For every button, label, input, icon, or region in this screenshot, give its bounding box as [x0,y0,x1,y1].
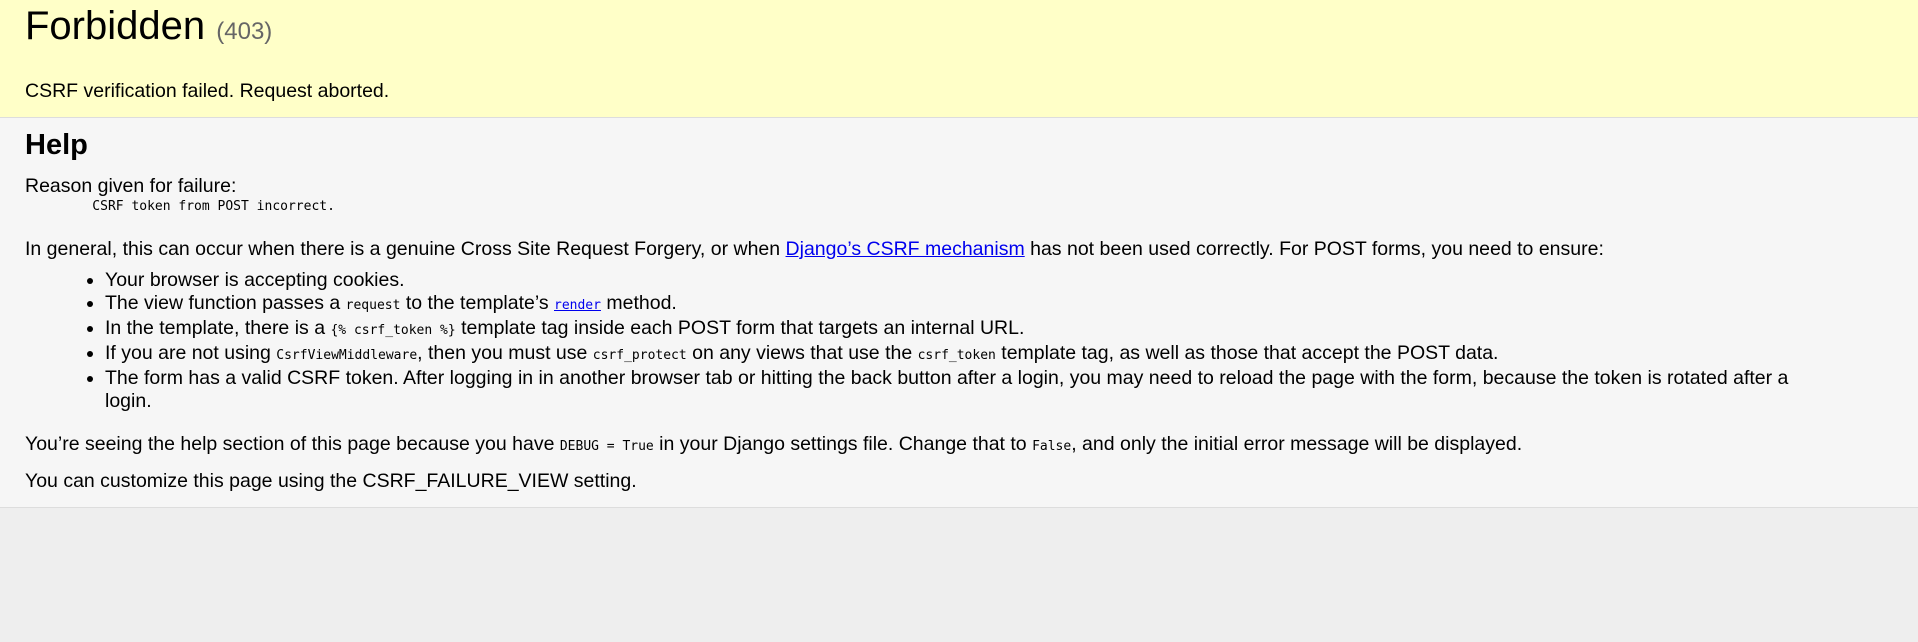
csrf-protect-code: csrf_protect [592,348,687,363]
debug-text-before: You’re seeing the help section of this p… [25,433,560,455]
csrf-docs-link[interactable]: Django’s CSRF mechanism [786,238,1025,260]
requirements-list: Your browser is accepting cookies. The v… [25,269,1893,413]
tag-text-before: In the template, there is a [105,317,331,339]
list-item-middleware: If you are not using CsrfViewMiddleware,… [105,342,1840,367]
general-text-before: In general, this can occur when there is… [25,238,786,260]
reason-text: CSRF token from POST incorrect. [61,199,335,214]
view-text-before: The view function passes a [105,292,346,314]
mw-text-mid2: on any views that use the [686,342,918,364]
mw-text-mid1: , then you must use [417,342,593,364]
customize-paragraph: You can customize this page using the CS… [25,470,637,492]
help-section: Help Reason given for failure: CSRF toke… [0,118,1918,508]
list-item-template-tag: In the template, there is a {% csrf_toke… [105,317,1840,342]
debug-paragraph: You’re seeing the help section of this p… [25,433,1893,458]
status-code: (403) [216,18,273,45]
debug-text-after: , and only the initial error message wil… [1071,433,1523,455]
view-text-mid: to the template’s [400,292,554,314]
tag-text-after: template tag inside each POST form that … [455,317,1025,339]
general-text-after: has not been used correctly. For POST fo… [1024,238,1604,260]
list-item-view: The view function passes a request to th… [105,292,1840,317]
csrf-token-code: csrf_token [917,348,996,363]
title-text: Forbidden [25,4,206,48]
general-paragraph: In general, this can occur when there is… [25,238,1893,261]
token-text: The form has a valid CSRF token. After l… [105,367,1789,412]
mw-text-before: If you are not using [105,342,277,364]
reason-label: Reason given for failure: [25,175,237,197]
page-title: Forbidden (403) [25,4,1893,54]
help-heading: Help [25,129,88,161]
false-code: False [1032,439,1072,454]
csrf-token-tag-code: {% csrf_token %} [330,323,456,338]
mw-text-after: template tag, as well as those that acce… [995,342,1499,364]
error-message: CSRF verification failed. Request aborte… [25,80,390,102]
debug-true-code: DEBUG = True [559,439,654,454]
error-summary: Forbidden (403) CSRF verification failed… [0,0,1918,118]
cookies-text: Your browser is accepting cookies. [105,269,405,291]
debug-text-mid: in your Django settings file. Change tha… [653,433,1033,455]
list-item-cookies: Your browser is accepting cookies. [105,269,1840,292]
render-code: render [554,298,601,313]
view-text-after: method. [600,292,677,314]
render-link[interactable]: render [554,292,601,314]
middleware-code: CsrfViewMiddleware [276,348,418,363]
list-item-valid-token: The form has a valid CSRF token. After l… [105,367,1840,413]
request-code: request [345,298,401,313]
